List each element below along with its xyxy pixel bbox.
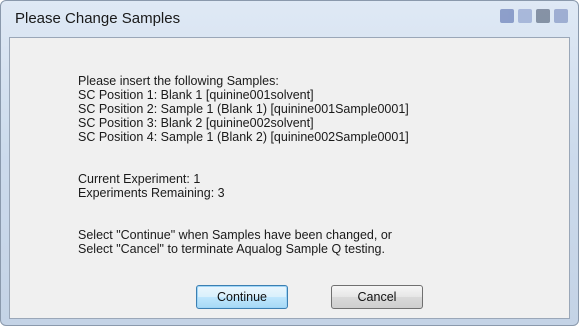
title-bar[interactable]: Please Change Samples	[1, 1, 578, 35]
continue-button[interactable]: Continue	[196, 285, 288, 309]
toolbar-icon	[518, 9, 532, 23]
sc-position-1: SC Position 1: Blank 1 [quinine001solven…	[78, 88, 314, 102]
current-experiment: Current Experiment: 1	[78, 172, 201, 186]
background-toolbar-icons	[500, 9, 568, 23]
instruction-line-1: Select "Continue" when Samples have been…	[78, 228, 392, 242]
sc-position-4: SC Position 4: Sample 1 (Blank 2) [quini…	[78, 130, 409, 144]
instruction-line-2: Select "Cancel" to terminate Aqualog Sam…	[78, 242, 385, 256]
sc-position-2: SC Position 2: Sample 1 (Blank 1) [quini…	[78, 102, 409, 116]
toolbar-icon	[536, 9, 550, 23]
dialog-window: Please Change Samples Please insert the …	[0, 0, 579, 326]
window-title: Please Change Samples	[15, 10, 181, 27]
toolbar-icon	[500, 9, 514, 23]
intro-text: Please insert the following Samples:	[78, 74, 279, 88]
experiments-remaining: Experiments Remaining: 3	[78, 186, 225, 200]
toolbar-icon	[554, 9, 568, 23]
sc-position-3: SC Position 3: Blank 2 [quinine002solven…	[78, 116, 314, 130]
dialog-content: Please insert the following Samples: SC …	[9, 37, 570, 319]
cancel-button[interactable]: Cancel	[331, 285, 423, 309]
